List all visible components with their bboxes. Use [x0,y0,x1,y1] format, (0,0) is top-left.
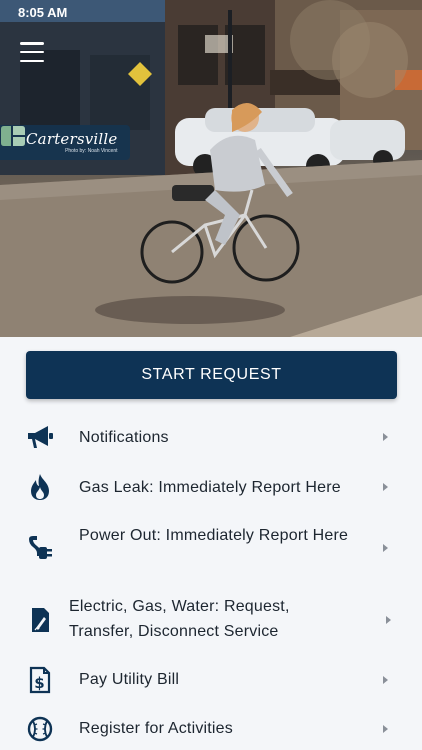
menu-item-label: Pay Utility Bill [79,671,180,688]
chevron-right-icon [383,483,388,491]
hamburger-menu-icon[interactable] [20,42,44,62]
chevron-right-icon [383,544,388,552]
megaphone-icon [26,423,54,451]
status-bar-time: 8:05 AM [18,5,68,20]
bill-dollar-icon: $ [26,666,54,694]
menu-item-label: Gas Leak: Immediately Report Here [79,479,341,496]
menu-item-register-activities[interactable]: Register for Activities [0,714,422,744]
menu-item-notifications[interactable]: Notifications [0,422,422,452]
plug-icon [26,534,54,562]
flame-icon [26,473,54,501]
chevron-right-icon [383,433,388,441]
menu-item-gas-leak[interactable]: Gas Leak: Immediately Report Here [0,472,422,502]
hero-photo: 8:05 AM Cartersville Photo by: Noah Vinc… [0,0,422,337]
city-logo: Cartersville Photo by: Noah Vincent [0,125,130,160]
chevron-right-icon [386,616,391,624]
chevron-right-icon [383,725,388,733]
menu-item-label: Power Out: Immediately Report Here [79,527,349,544]
photo-credit: Photo by: Noah Vincent [65,147,118,154]
baseball-icon [26,715,54,743]
document-sign-icon [26,606,54,634]
hero-illustration [0,0,422,337]
city-logo-name: Cartersville [26,129,118,148]
chevron-right-icon [383,676,388,684]
menu-item-utility-service[interactable]: Electric, Gas, Water: Request, Transfer,… [0,594,422,646]
svg-text:$: $ [34,674,44,692]
menu-item-label: Notifications [79,429,169,446]
city-logo-mark-icon [1,126,25,146]
menu-item-label: Electric, Gas, Water: Request, Transfer,… [69,598,290,640]
menu-item-label: Register for Activities [79,720,233,737]
menu-item-pay-bill[interactable]: $ Pay Utility Bill [0,665,422,695]
start-request-button[interactable]: START REQUEST [26,351,397,399]
menu-item-power-out[interactable]: Power Out: Immediately Report Here [0,521,422,575]
